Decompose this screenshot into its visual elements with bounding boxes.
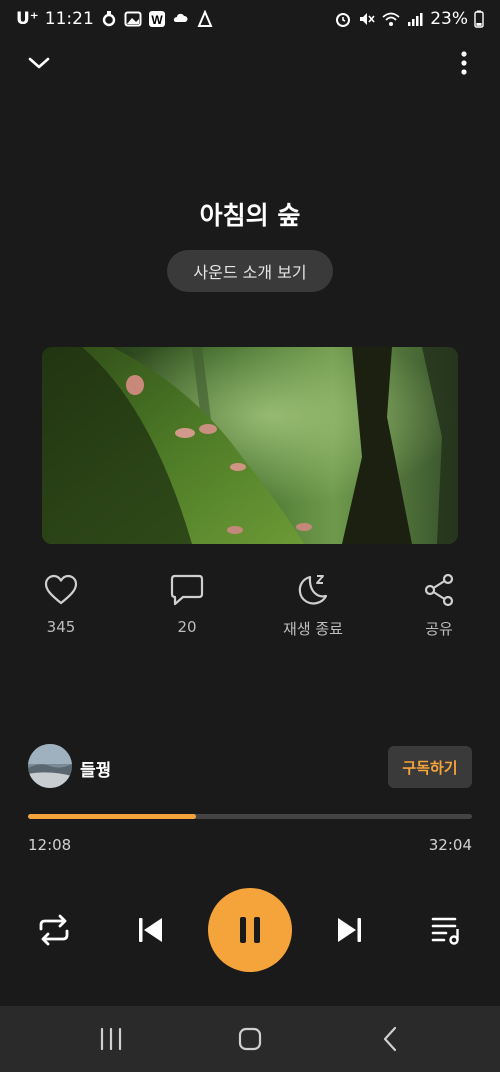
comment-count: 20: [177, 618, 197, 636]
avatar[interactable]: [28, 744, 72, 788]
heart-icon: [44, 574, 78, 605]
track-actions: 345 20 재생 종료 공유: [0, 572, 500, 642]
repeat-icon: [39, 914, 69, 946]
clock: 11:21: [44, 9, 94, 29]
sound-intro-button[interactable]: 사운드 소개 보기: [167, 250, 333, 292]
battery-icon: [474, 10, 484, 28]
more-vertical-icon[interactable]: [454, 48, 474, 78]
chevron-down-icon[interactable]: [24, 48, 54, 78]
channel-row: 들꿩 구독하기: [28, 744, 472, 790]
signal-icon: [408, 13, 423, 26]
alarm-icon: [336, 13, 351, 27]
sleep-timer-action[interactable]: 재생 종료: [258, 572, 368, 639]
pause-icon: [240, 917, 260, 943]
comment-action[interactable]: 20: [132, 572, 242, 636]
player-top-bar: [0, 44, 500, 80]
playback-controls: [0, 888, 500, 974]
subscribe-button[interactable]: 구독하기: [388, 746, 472, 788]
like-count: 345: [46, 618, 76, 636]
like-action[interactable]: 345: [6, 572, 116, 636]
battery-percent: 23%: [430, 9, 468, 29]
repeat-button[interactable]: [34, 910, 74, 950]
progress-bar[interactable]: [28, 814, 472, 819]
track-artwork: [42, 347, 458, 544]
app-notification-icon: [197, 10, 213, 27]
wifi-icon: [382, 12, 400, 26]
current-time: 12:08: [28, 836, 72, 854]
forest-mushroom-image: [42, 347, 458, 544]
share-action[interactable]: 공유: [384, 572, 494, 639]
share-label: 공유: [425, 620, 453, 638]
pause-button[interactable]: [208, 888, 292, 972]
w-app-icon: W: [148, 11, 165, 27]
back-icon[interactable]: [376, 1024, 406, 1054]
cloud-icon: [173, 13, 188, 22]
track-title: 아침의 숲: [199, 201, 301, 230]
skip-next-icon: [338, 918, 361, 942]
status-right: 23%: [334, 9, 484, 29]
progress-fill: [28, 814, 196, 819]
total-time: 32:04: [428, 836, 472, 854]
sleep-timer-label: 재생 종료: [283, 620, 343, 638]
previous-button[interactable]: [130, 910, 170, 950]
playlist-icon: [431, 917, 459, 945]
recent-apps-icon[interactable]: [96, 1024, 126, 1054]
next-button[interactable]: [330, 910, 370, 950]
player-screen: U⁺ 11:21 W 23% 아침의 숲 사운드 소개 보기 345 20 재생…: [0, 0, 500, 1072]
mute-icon: [360, 13, 375, 25]
home-icon[interactable]: [235, 1024, 265, 1054]
svg-text:W: W: [151, 13, 163, 27]
gallery-icon: [124, 11, 142, 27]
system-nav-bar: [0, 1006, 500, 1072]
moon-icon: [298, 575, 328, 605]
status-left: U⁺ 11:21 W: [16, 9, 214, 29]
status-bar: U⁺ 11:21 W 23%: [0, 0, 500, 38]
comment-icon: [170, 574, 204, 606]
channel-avatar-image: [28, 744, 72, 788]
skip-previous-icon: [139, 918, 162, 942]
playlist-button[interactable]: [426, 910, 466, 950]
location-icon: [102, 11, 115, 27]
carrier-label: U⁺: [16, 9, 39, 29]
share-icon: [424, 573, 454, 607]
channel-name[interactable]: 들꿩: [80, 756, 111, 781]
